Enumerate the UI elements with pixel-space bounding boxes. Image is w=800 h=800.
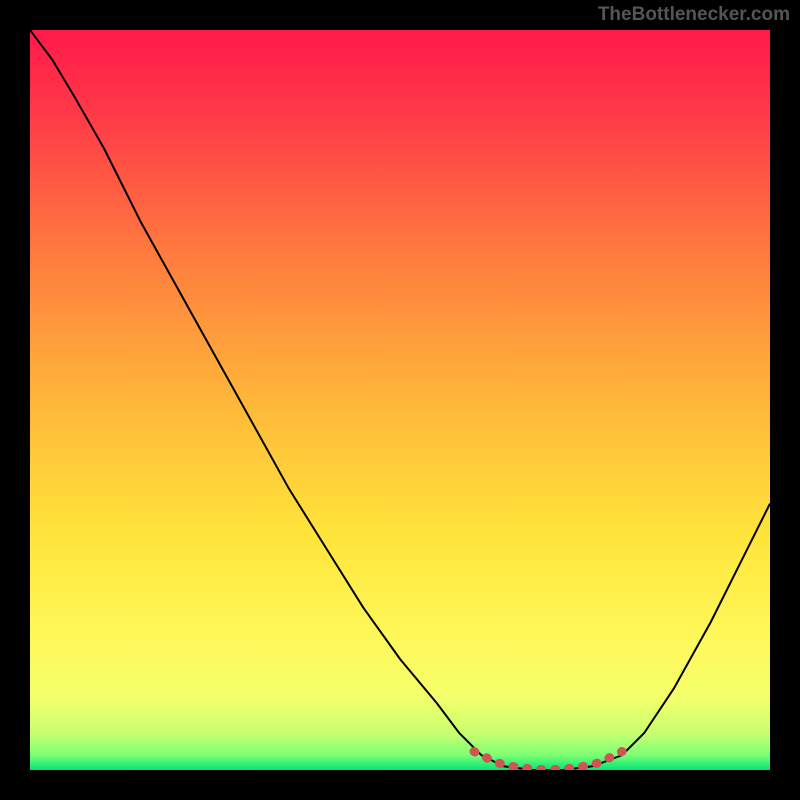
chart-svg xyxy=(30,30,770,770)
watermark-text: TheBottlenecker.com xyxy=(598,4,790,26)
plot-area xyxy=(30,30,770,770)
chart-container: TheBottlenecker.com xyxy=(0,0,800,800)
